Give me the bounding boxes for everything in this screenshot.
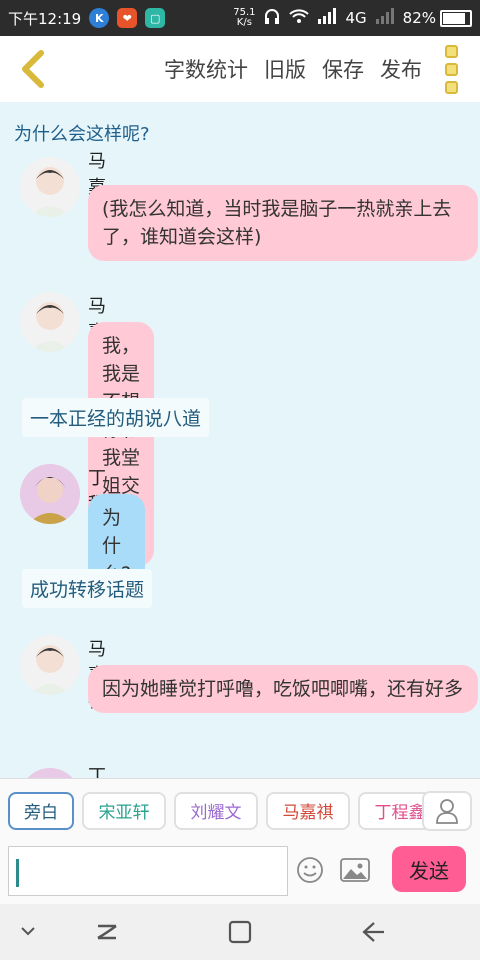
status-bar: 下午12:19 K ❤ ▢ 75.1 K/s 4G 82% [0, 0, 480, 36]
status-time: 下午12:19 [8, 9, 82, 28]
system-nav-bar [0, 904, 480, 960]
network-speed: 75.1 K/s [233, 7, 256, 28]
send-button[interactable]: 发送 [392, 846, 466, 892]
app-shop-icon: ❤ [117, 8, 138, 28]
chat-topic: 为什么会这样呢? [14, 124, 150, 145]
signal-icon [317, 8, 337, 28]
signal-icon-2 [375, 8, 395, 28]
narration-block: 成功转移话题 [22, 569, 153, 608]
network-type: 4G [345, 9, 367, 27]
character-selector: 旁白 宋亚轩 刘耀文 马嘉祺 丁程鑫 [0, 778, 480, 842]
chat-area[interactable]: 为什么会这样呢? 马嘉祺 (我怎么知道，当时我是脑子一热就亲上去了，谁知道会这样… [0, 102, 480, 778]
text-caret [16, 859, 19, 887]
character-tab-majiaqi[interactable]: 马嘉祺 [266, 791, 350, 830]
back-button[interactable] [12, 49, 52, 89]
chevron-down-icon[interactable] [18, 918, 38, 950]
character-tab-songyaxuan[interactable]: 宋亚轩 [82, 791, 166, 830]
composer: 发送 [0, 842, 480, 904]
recents-icon[interactable] [228, 918, 252, 950]
emoji-icon[interactable] [296, 856, 324, 888]
person-icon [436, 799, 458, 824]
publish-button[interactable]: 发布 [380, 54, 422, 84]
avatar-majiaqi [20, 292, 80, 352]
chevron-left-icon [22, 50, 44, 88]
save-button[interactable]: 保存 [322, 54, 364, 84]
old-version-button[interactable]: 旧版 [264, 54, 306, 84]
avatar-dingchengxin [20, 464, 80, 524]
app-scan-icon: ▢ [145, 8, 166, 28]
headphones-icon [263, 7, 281, 29]
app-k-icon: K [89, 8, 110, 28]
image-icon[interactable] [340, 858, 370, 886]
more-menu-icon[interactable] [436, 44, 466, 94]
word-count-button[interactable]: 字数统计 [164, 54, 248, 84]
avatar-majiaqi [20, 157, 80, 217]
wifi-icon [289, 8, 310, 28]
speaker-name: 丁程鑫 [88, 766, 106, 778]
character-tab-narrator[interactable]: 旁白 [8, 791, 74, 830]
message-input[interactable] [8, 846, 288, 896]
battery-percent: 82% [402, 9, 436, 27]
avatar-majiaqi [20, 635, 80, 695]
add-character-button[interactable] [422, 791, 472, 831]
back-arrow-icon[interactable] [360, 918, 386, 950]
battery-icon [440, 9, 472, 27]
avatar-dingchengxin [20, 768, 80, 778]
menu-icon[interactable] [94, 918, 120, 950]
message-bubble: (我怎么知道，当时我是脑子一热就亲上去了，谁知道会这样) [88, 185, 478, 261]
character-tab-liuyaowen[interactable]: 刘耀文 [174, 791, 258, 830]
editor-toolbar: 字数统计 旧版 保存 发布 [0, 36, 480, 102]
narration-block: 一本正经的胡说八道 [22, 398, 210, 437]
message-bubble: 因为她睡觉打呼噜，吃饭吧唧嘴，还有好多 [88, 665, 478, 713]
